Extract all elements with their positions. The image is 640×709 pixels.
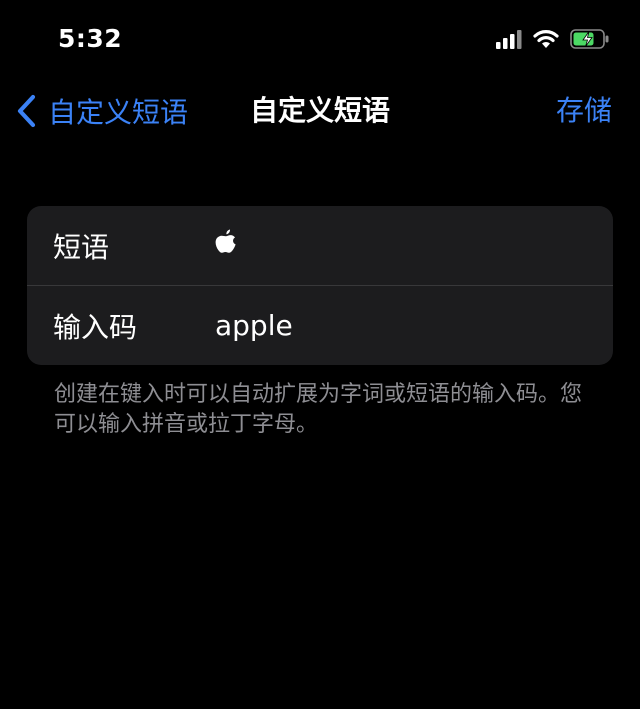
footnote-text: 创建在键入时可以自动扩展为字词或短语的输入码。您可以输入拼音或拉丁字母。 — [54, 382, 583, 437]
save-button[interactable]: 存储 — [556, 90, 612, 132]
phrase-label: 短语 — [53, 230, 110, 264]
shortcut-label: 输入码 — [53, 310, 138, 344]
shortcut-field[interactable]: apple — [215, 309, 293, 342]
phrase-row[interactable]: 短语 — [27, 206, 613, 285]
navigation-bar: 自定义短语 自定义短语 存储 — [0, 80, 640, 142]
wifi-icon — [532, 28, 560, 53]
status-time: 5:32 — [58, 24, 123, 53]
back-button[interactable]: 自定义短语 — [12, 90, 188, 132]
status-bar: 5:32 — [0, 0, 640, 80]
battery-charging-icon — [570, 28, 610, 53]
phrase-form-group: 短语 输入码 apple — [27, 206, 613, 365]
status-icons — [496, 28, 610, 53]
chevron-left-icon — [12, 93, 42, 129]
back-button-label: 自定义短语 — [48, 96, 189, 129]
cellular-signal-icon — [496, 29, 522, 53]
apple-logo-icon — [215, 229, 237, 262]
shortcut-row[interactable]: 输入码 apple — [27, 285, 613, 365]
phrase-field[interactable] — [215, 229, 237, 262]
